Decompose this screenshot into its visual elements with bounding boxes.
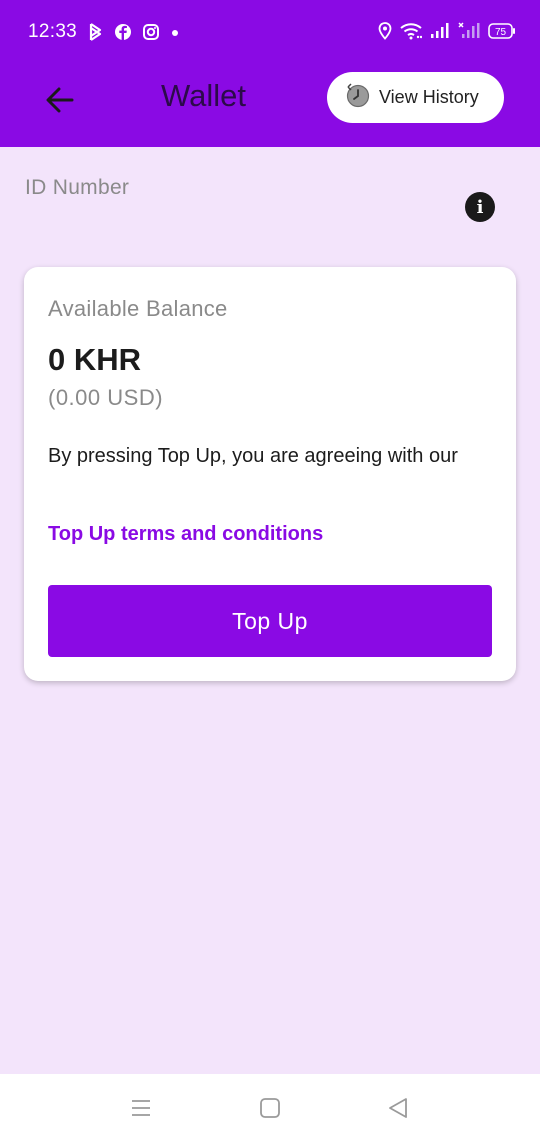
facebook-icon — [114, 23, 132, 41]
balance-khr-amount: 0 KHR — [48, 342, 142, 377]
home-icon[interactable] — [256, 1094, 284, 1122]
status-time: 12:33 — [28, 21, 78, 42]
signal-no-sim-icon — [458, 22, 480, 40]
signal-icon — [430, 22, 450, 40]
status-left-icons — [88, 22, 180, 42]
back-button[interactable] — [38, 80, 82, 124]
balance-usd-amount: (0.00 USD) — [48, 385, 164, 410]
balance-card: Available Balance 0 KHR (0.00 USD) By pr… — [24, 267, 516, 681]
view-history-button[interactable]: View History — [327, 72, 504, 123]
status-right-icons: 75 — [378, 22, 516, 40]
battery-level: 75 — [495, 27, 507, 38]
id-number-label: ID Number — [25, 176, 130, 199]
bluetooth-icon — [88, 22, 104, 42]
view-history-label: View History — [379, 87, 479, 107]
terms-link[interactable]: Top Up terms and conditions — [48, 523, 323, 546]
app-bar: Wallet View History — [0, 66, 540, 147]
location-icon — [378, 22, 392, 40]
status-bar: 12:33 75 — [0, 0, 540, 66]
back-icon[interactable] — [384, 1094, 412, 1122]
menu-icon[interactable] — [127, 1094, 155, 1122]
dot-icon — [170, 23, 180, 41]
battery-icon: 75 — [488, 22, 516, 40]
top-up-button[interactable]: Top Up — [48, 585, 492, 657]
clock-history-icon — [345, 82, 371, 113]
available-balance-label: Available Balance — [48, 296, 228, 321]
agreement-text: By pressing Top Up, you are agreeing wit… — [48, 445, 458, 467]
system-nav-bar — [0, 1074, 540, 1140]
page-title: Wallet — [161, 78, 246, 113]
wifi-icon — [400, 22, 422, 40]
instagram-icon — [142, 23, 160, 41]
arrow-left-icon — [46, 87, 74, 118]
info-icon[interactable]: i — [465, 192, 495, 222]
